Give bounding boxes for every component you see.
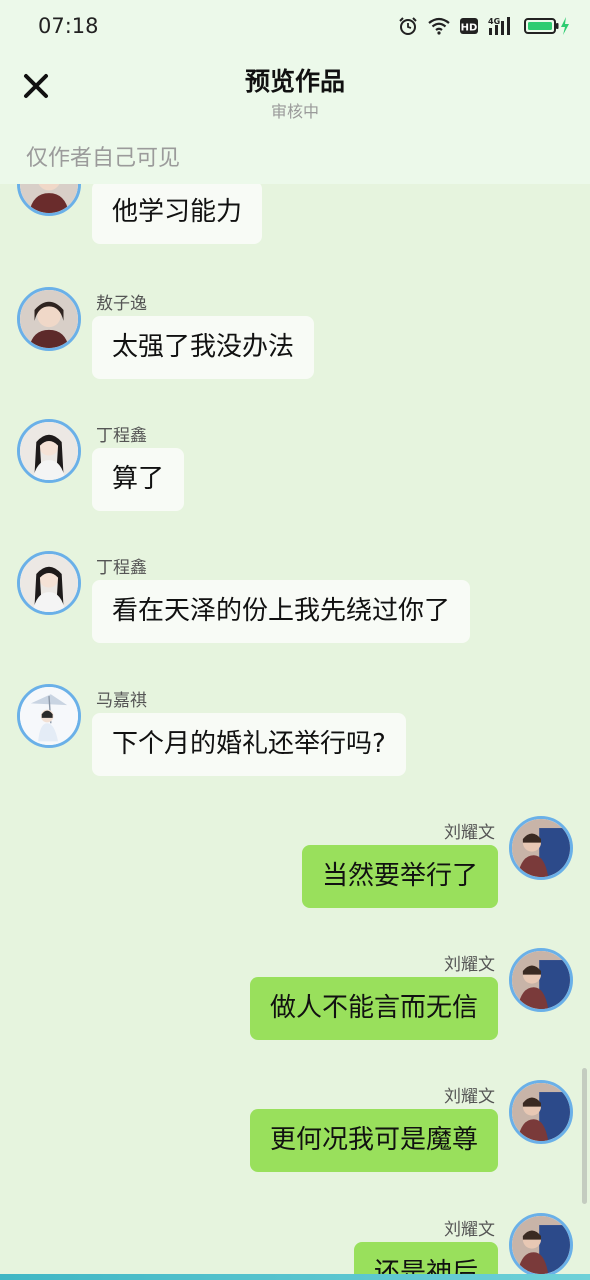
sender-name: 丁程鑫	[96, 558, 147, 578]
sender-name: 刘耀文	[444, 1220, 495, 1240]
avatar-majiaqi[interactable]	[17, 684, 81, 748]
review-status: 审核中	[270, 102, 319, 121]
message-bubble[interactable]: 下个月的婚礼还举行吗?	[92, 713, 406, 776]
message-bubble[interactable]: 当然要举行了	[301, 845, 498, 908]
wifi-icon	[428, 17, 450, 35]
hd-icon: HD	[460, 17, 478, 35]
status-bar: 07:18 HD 4G	[0, 0, 590, 52]
avatar-liuyaowen[interactable]	[509, 816, 573, 880]
battery-charging-icon	[524, 16, 570, 36]
message-bubble[interactable]: 看在天泽的份上我先绕过你了	[92, 580, 471, 643]
sender-name: 丁程鑫	[96, 426, 147, 446]
message-bubble[interactable]: 做人不能言而无信	[249, 977, 498, 1040]
sender-name: 马嘉祺	[96, 691, 147, 711]
sender-name: 刘耀文	[444, 1087, 495, 1107]
message-bubble[interactable]: 更何况我可是魔尊	[249, 1109, 498, 1172]
status-icons: HD 4G	[398, 14, 570, 38]
sender-name: 敖子逸	[96, 294, 147, 314]
message-bubble[interactable]: 太强了我没办法	[92, 316, 315, 379]
svg-text:4G: 4G	[488, 17, 500, 26]
alarm-icon	[398, 16, 418, 36]
avatar-liuyaowen[interactable]	[509, 948, 573, 1012]
sender-name: 刘耀文	[444, 955, 495, 975]
avatar-dingchengxin[interactable]	[17, 419, 81, 483]
avatar-liuyaowen[interactable]	[509, 1213, 573, 1277]
avatar-liuyaowen[interactable]	[509, 1080, 573, 1144]
scrollbar[interactable]	[582, 1068, 587, 1204]
message-bubble[interactable]: 算了	[92, 448, 185, 511]
chat-area[interactable]: 他学习能力 敖子逸 太强了我没办法 丁程鑫 算了 丁程鑫 看在天泽的份上我先绕过…	[0, 0, 590, 1280]
visibility-note: 仅作者自己可见	[26, 146, 181, 171]
svg-text:HD: HD	[461, 23, 478, 34]
avatar-dingchengxin[interactable]	[17, 551, 81, 615]
avatar-aoziyi[interactable]	[17, 287, 81, 351]
page-title: 预览作品	[244, 67, 345, 96]
sender-name: 刘耀文	[444, 823, 495, 843]
bottom-progress-bar	[0, 1274, 590, 1280]
signal-icon: 4G	[488, 16, 514, 36]
header: 预览作品 审核中	[0, 52, 590, 128]
top-bar: 07:18 HD 4G 预览作品 审核中 仅作者自己可见	[0, 0, 590, 184]
status-time: 07:18	[38, 14, 99, 38]
message-bubble[interactable]: 他学习能力	[92, 181, 263, 244]
